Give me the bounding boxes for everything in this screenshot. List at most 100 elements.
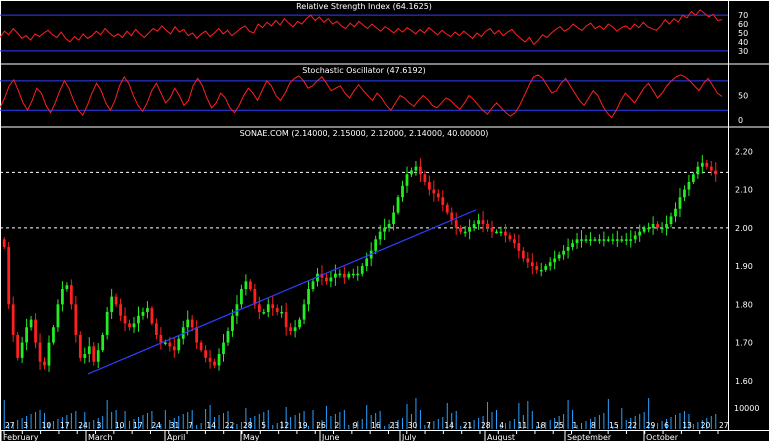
y-tick-label: 0 [738, 116, 743, 125]
x-tick-label: 8 [591, 421, 596, 430]
x-tick-label: 26 [316, 421, 326, 430]
candle-body [580, 239, 583, 241]
x-tick-label: 29 [646, 421, 656, 430]
candle-body [325, 277, 328, 282]
candle-body [459, 227, 463, 232]
candle-body [47, 342, 51, 366]
candle-body [423, 174, 427, 182]
candle-body [208, 357, 212, 362]
candle-body [43, 361, 46, 366]
candle-body [217, 354, 221, 366]
candle-body [700, 162, 704, 167]
chart-window: 70 60 50 40 30 Relative Strength Index (64.16… [0, 0, 770, 442]
candle-body [647, 227, 651, 230]
candle-body [262, 311, 266, 314]
y-tick-label: 1.80 [735, 300, 753, 309]
candle-body [481, 220, 485, 225]
candle-body [651, 224, 655, 228]
y-tick-label: 2.20 [735, 147, 753, 156]
x-tick-label: 24 [78, 421, 88, 430]
stock-chart: 7060504030Relative Strength Index (64.16… [0, 0, 770, 442]
candle-body [222, 342, 225, 355]
candle-body [231, 315, 234, 332]
candle-body [692, 174, 695, 182]
y-tick-label: 2.00 [735, 224, 753, 233]
candle-body [119, 304, 122, 316]
candle-body [557, 254, 561, 259]
candle-body [589, 239, 592, 241]
candle-body [571, 243, 574, 247]
x-tick-label: 10 [115, 421, 125, 430]
oscillator-line [0, 74, 723, 119]
candle-body [61, 289, 64, 305]
candle-body [293, 327, 297, 332]
candle-body [298, 319, 301, 328]
candle-body [544, 266, 548, 270]
candle-body [620, 239, 624, 241]
candle-body [271, 304, 275, 309]
y-tick-label: 40 [738, 38, 748, 47]
candle-body [553, 258, 557, 263]
candle-body [463, 231, 467, 234]
candle-body [504, 231, 507, 236]
x-tick-label: 1 [573, 421, 578, 430]
candle-body [374, 239, 378, 251]
candle-body [226, 331, 230, 343]
x-tick-label: 14 [444, 421, 454, 430]
candle-body [365, 258, 369, 267]
candle-body [486, 224, 489, 228]
candle-body [468, 227, 472, 232]
x-tick-label: 2 [335, 421, 340, 430]
x-tick-label: 23 [389, 421, 399, 430]
month-label: April [167, 433, 185, 442]
candle-body [334, 273, 337, 278]
candle-body [253, 289, 257, 305]
candle-body [410, 170, 413, 175]
candle-body [674, 208, 677, 217]
candle-body [642, 227, 646, 232]
candle-body [441, 197, 445, 205]
candle-body [477, 220, 480, 225]
x-tick-label: 19 [298, 421, 308, 430]
x-tick-label: 11 [518, 421, 528, 430]
x-tick-label: 22 [627, 421, 637, 430]
x-tick-label: 4 [499, 421, 504, 430]
candle-body [427, 181, 431, 190]
candle-body [146, 308, 149, 312]
x-tick-label: 5 [261, 421, 266, 430]
x-tick-label: 21 [463, 421, 473, 430]
month-label: May [243, 433, 260, 442]
candle-body [302, 304, 306, 320]
candle-body [526, 258, 530, 263]
candle-body [683, 189, 686, 198]
candle-body [396, 197, 400, 213]
candle-body [633, 235, 637, 240]
candle-body [20, 342, 24, 358]
candle-body [311, 281, 315, 290]
candle-body [490, 227, 494, 232]
candle-body [110, 296, 114, 312]
candle-body [665, 224, 668, 228]
candle-body [137, 315, 140, 324]
price-panel: 2.20 2.10 2.00 1.90 1.80 1.70 1.60 SONAE.COM (2… [0, 129, 759, 429]
y-tick-label: 50 [738, 92, 748, 101]
y-tick-label: 1.70 [735, 339, 753, 348]
candle-body [714, 170, 718, 175]
x-tick-label: 16 [371, 421, 381, 430]
candle-body [105, 311, 109, 335]
x-tick-label: 7 [426, 421, 431, 430]
candle-body [168, 342, 172, 347]
candle-body [687, 181, 691, 190]
x-tick-label: 7 [188, 421, 193, 430]
x-tick-label: 31 [170, 421, 180, 430]
candle-body [615, 239, 619, 241]
candle-body [517, 243, 521, 251]
candle-body [342, 273, 346, 278]
candle-body [284, 311, 288, 328]
candle-body [499, 231, 503, 234]
candle-body [450, 212, 454, 221]
candle-body [244, 281, 248, 290]
x-tick-label: 24 [151, 421, 161, 430]
candle-body [172, 346, 176, 351]
candle-body [356, 273, 360, 276]
